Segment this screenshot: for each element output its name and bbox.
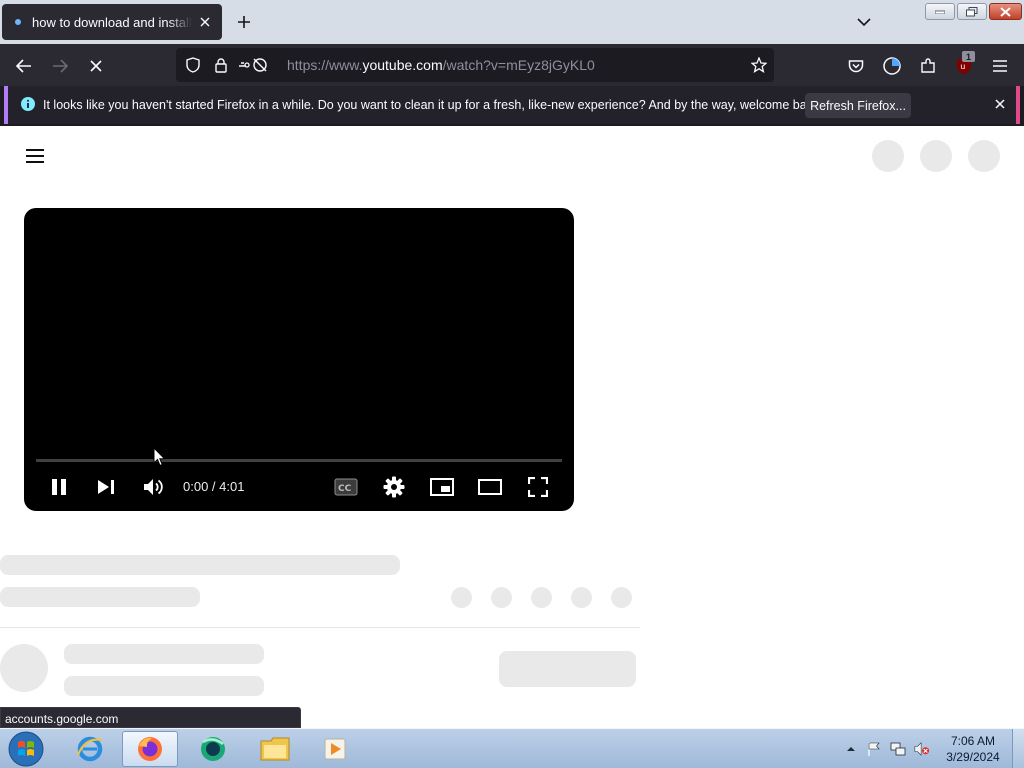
placeholder-channel-avatar [0,644,48,692]
placeholder-subscriber-count [64,676,264,696]
hamburger-menu-icon[interactable] [986,52,1014,80]
placeholder-subscribe-button [499,651,636,687]
placeholder-header-button [968,140,1000,172]
notification-message: It looks like you haven't started Firefo… [43,98,823,112]
placeholder-channel-name [0,587,200,607]
forward-arrow-icon[interactable] [46,52,74,80]
settings-gear-icon[interactable] [380,473,408,501]
close-window-button[interactable] [989,3,1022,20]
pocket-icon[interactable] [842,52,870,80]
taskbar-internet-explorer[interactable] [62,731,118,767]
mouse-pointer-icon [153,447,165,467]
placeholder-header-button [872,140,904,172]
show-hidden-icons-chevron-up-icon[interactable] [844,741,858,757]
extension-notification-badge: 1 [962,51,975,62]
placeholder-action-button [531,587,552,608]
section-divider [0,627,640,628]
notification-bar: It looks like you haven't started Firefo… [0,86,1024,126]
internet-explorer-icon [76,736,103,762]
video-progress-bar[interactable] [36,459,562,462]
extensions-icon[interactable] [914,52,942,80]
firefox-icon [138,737,162,761]
svg-text:CC: CC [338,484,352,494]
miniplayer-icon[interactable] [428,473,456,501]
stop-loading-icon[interactable] [82,52,110,80]
volume-icon[interactable] [139,473,167,501]
folder-icon [260,737,290,761]
placeholder-action-button [491,587,512,608]
taskbar-clock[interactable]: 7:06 AM 3/29/2024 [938,733,1008,765]
lock-icon[interactable] [212,56,230,74]
taskbar-app-green[interactable] [185,731,241,767]
volume-muted-icon[interactable] [914,741,930,757]
placeholder-action-button [451,587,472,608]
firefox-favicon-icon [10,14,26,30]
bookmark-star-icon[interactable] [750,56,768,74]
clock-date: 3/29/2024 [946,750,1000,764]
guide-menu-icon[interactable] [24,144,48,168]
cc-subtitles-icon[interactable]: CC [332,473,360,501]
video-player[interactable]: 0:00 / 4:01 CC [24,208,574,511]
minimize-window-button[interactable] [925,3,955,20]
show-desktop-button[interactable] [1012,729,1024,768]
placeholder-action-button [611,587,632,608]
back-arrow-icon[interactable] [10,52,38,80]
next-video-icon[interactable] [92,473,120,501]
link-status-tooltip: accounts.google.com [0,707,301,728]
url-bar[interactable]: https://www.youtube.com/watch?v=mEyz8jGy… [176,48,774,82]
placeholder-video-title [0,555,400,575]
screen: how to download and install ad [0,0,1024,768]
pause-icon[interactable] [45,473,73,501]
close-notification-icon[interactable] [992,96,1008,112]
browser-tab-active[interactable]: how to download and install ad [2,4,222,40]
placeholder-action-button [571,587,592,608]
taskbar-file-explorer[interactable] [247,731,303,767]
close-tab-icon[interactable] [196,13,214,31]
video-time-display: 0:00 / 4:01 [183,479,245,494]
action-center-flag-icon[interactable] [866,741,882,757]
windows-taskbar: 7:06 AM 3/29/2024 [0,728,1024,768]
tab-strip: how to download and install ad [0,0,1024,44]
url-text[interactable]: https://www.youtube.com/watch?v=mEyz8jGy… [287,57,595,73]
media-player-icon [324,738,346,760]
placeholder-header-button [920,140,952,172]
url-domain: youtube.com [362,57,443,73]
info-icon [20,96,36,112]
url-path: /watch?v=mEyz8jGyKL0 [442,57,595,73]
url-prefix: https://www. [287,57,363,73]
account-icon[interactable] [878,52,906,80]
placeholder-channel-title [64,644,264,664]
tab-title: how to download and install ad [32,14,192,30]
theater-mode-icon[interactable] [476,473,504,501]
permissions-icon[interactable] [238,56,268,74]
web-page: 0:00 / 4:01 CC [0,127,1024,728]
refresh-firefox-button[interactable]: Refresh Firefox... [805,93,911,118]
restore-window-button[interactable] [957,3,987,20]
list-all-tabs-chevron-down-icon[interactable] [852,10,876,34]
start-button[interactable] [6,730,46,768]
clock-time: 7:06 AM [950,734,996,748]
fullscreen-icon[interactable] [524,473,552,501]
shield-icon[interactable] [184,56,202,74]
windows-logo-icon [8,731,44,767]
new-tab-plus-icon[interactable] [232,10,256,34]
app-swirl-icon [201,737,225,761]
taskbar-media-player[interactable] [308,731,364,767]
network-icon[interactable] [890,741,906,757]
svg-text:u: u [960,62,965,71]
taskbar-firefox[interactable] [122,731,178,767]
